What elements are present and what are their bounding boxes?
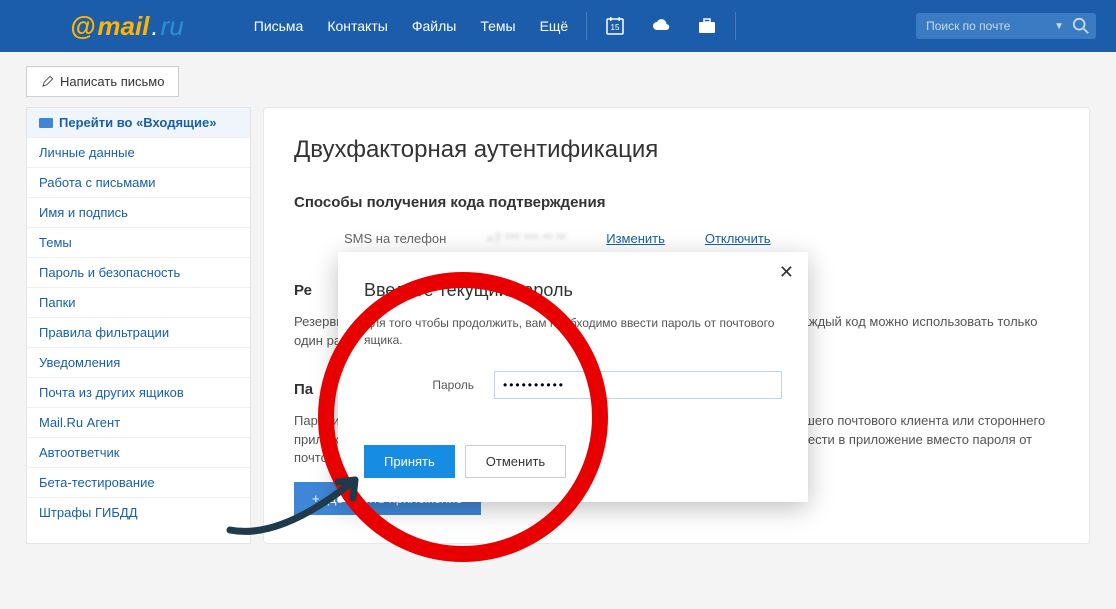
modal-buttons: Принять Отменить bbox=[364, 445, 782, 478]
accept-button[interactable]: Принять bbox=[364, 445, 455, 478]
password-input[interactable] bbox=[494, 371, 782, 399]
password-label: Пароль bbox=[364, 378, 474, 392]
password-field-row: Пароль bbox=[364, 371, 782, 399]
password-modal: ✕ Введите текущий пароль Для того чтобы … bbox=[338, 252, 808, 502]
close-icon[interactable]: ✕ bbox=[779, 262, 794, 283]
modal-body: Для того чтобы продолжить, вам необходим… bbox=[364, 315, 782, 349]
modal-title: Введите текущий пароль bbox=[364, 280, 782, 301]
cancel-button[interactable]: Отменить bbox=[465, 445, 566, 478]
